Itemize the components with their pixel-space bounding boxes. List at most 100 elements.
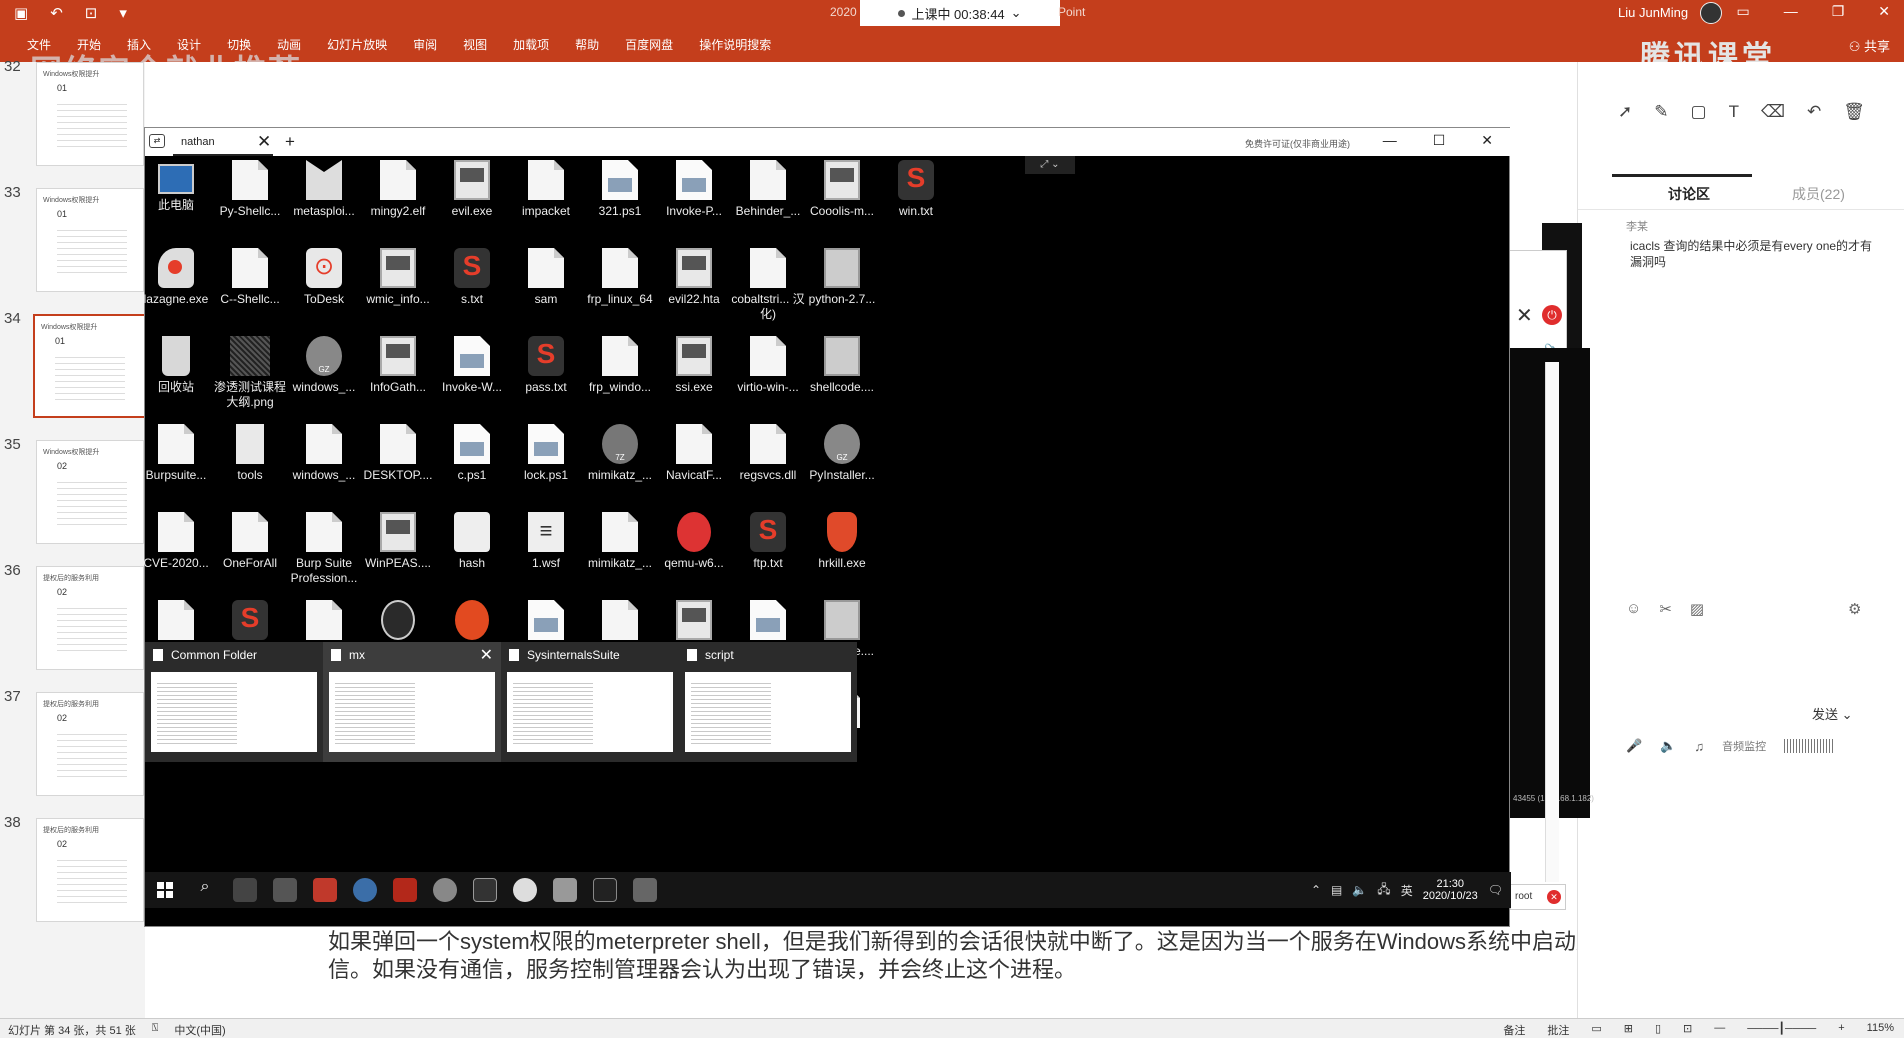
minimize-icon[interactable]: — [1784,3,1798,20]
customize-icon[interactable]: ▾ [119,4,127,22]
ribbon-tab[interactable]: 动画 [264,36,314,53]
ribbon-display-icon[interactable]: ▭ [1736,3,1749,20]
ribbon-tab[interactable]: 帮助 [562,36,612,53]
close-icon[interactable]: ✕ [1547,890,1561,904]
slide-thumbnail[interactable]: Windows权限提升 02 [36,440,144,544]
remote-desktop-icon[interactable] [513,878,537,902]
send-button[interactable]: 发送 ⌄ [1812,704,1853,723]
slide-thumbnail[interactable]: 提权后的服务利用 02 [36,566,144,670]
desktop-icon[interactable]: evil.exe [433,154,511,219]
desktop-icon[interactable]: c.ps1 [433,418,511,483]
notes-button[interactable]: 备注 [1503,1022,1525,1038]
ribbon-tab[interactable]: 操作说明搜索 [686,36,784,53]
image-icon[interactable]: ▨ [1690,600,1704,618]
zoom-level[interactable]: 115% [1867,1022,1894,1038]
maximize-icon[interactable]: ☐ [1433,132,1446,149]
shape-icon[interactable]: ▢ [1691,102,1707,122]
taskbar-preview[interactable]: SysinternalsSuite [501,642,679,762]
folder-icon[interactable] [553,878,577,902]
desktop-icon[interactable]: metasploi... [285,154,363,219]
background-dialog[interactable]: ✕ ⏻ 📎 [1509,250,1567,360]
desktop-icon[interactable]: InfoGath... [359,330,437,395]
close-icon[interactable]: ✕ [1878,3,1890,20]
edge-icon[interactable] [353,878,377,902]
desktop-icon[interactable]: PyInstaller... [803,418,881,483]
desktop-icon[interactable]: OneForAll [211,506,289,571]
close-icon[interactable]: ✕ [1516,303,1533,328]
desktop-icon[interactable]: shellcode.... [803,330,881,395]
desktop-icon[interactable]: win.txt [877,154,955,219]
desktop-icon[interactable]: windows_... [285,330,363,395]
network-icon[interactable]: 🖧 [1377,880,1390,901]
desktop-icon[interactable]: Invoke-W... [433,330,511,395]
desktop-icon[interactable]: Burpsuite... [137,418,215,483]
slide-thumbnail[interactable]: 提权后的服务利用 02 [36,818,144,922]
desktop-icon[interactable]: Cooolis-m... [803,154,881,219]
undo-icon[interactable]: ↶ [50,4,63,22]
desktop-icon[interactable]: s.txt [433,242,511,307]
taskbar-preview[interactable]: Common Folder [145,642,323,762]
slide-thumbnail[interactable]: Windows权限提升 01 [36,188,144,292]
restore-icon[interactable]: ❐ [1832,3,1845,20]
desktop-icon[interactable]: hrkill.exe [803,506,881,571]
reading-view-icon[interactable]: ▯ [1655,1022,1661,1038]
desktop-icon[interactable]: frp_linux_64 [581,242,659,307]
ribbon-tab[interactable]: 审阅 [400,36,450,53]
desktop-icon[interactable]: pass.txt [507,330,585,395]
close-icon[interactable]: ✕ [1481,132,1493,149]
ribbon-tab[interactable]: 开始 [64,36,114,53]
desktop-icon[interactable]: 渗透测试课程大纲.png [211,330,289,410]
desktop-icon[interactable]: C--Shellc... [211,242,289,307]
desktop-icon[interactable]: mingy2.elf [359,154,437,219]
save-icon[interactable]: ▣ [14,4,28,22]
desktop-icon[interactable]: impacket [507,154,585,219]
ribbon-tab[interactable]: 文件 [14,36,64,53]
scissors-icon[interactable]: ✂ [1659,600,1672,618]
recording-status[interactable]: 上课中 00:38:44 ⌄ [860,0,1060,26]
remote-tool-icon[interactable] [273,878,297,902]
pen-icon[interactable]: ✎ [1654,102,1668,122]
speaker-icon[interactable]: 🔈 [1660,738,1676,754]
desktop-icon[interactable]: NavicatF... [655,418,733,483]
close-tab-icon[interactable]: ✕ [257,132,271,152]
ribbon-tab[interactable]: 切换 [214,36,264,53]
ribbon-tab[interactable]: 插入 [114,36,164,53]
taskbar-preview[interactable]: script [679,642,857,762]
desktop-icon[interactable]: WinPEAS.... [359,506,437,571]
desktop-icon[interactable]: regsvcs.dll [729,418,807,483]
tab-discussion[interactable]: 讨论区 [1668,184,1710,204]
scrollbar[interactable] [1545,362,1559,882]
desktop-icon[interactable]: Burp Suite Profession... [285,506,363,586]
ribbon-tab[interactable]: 视图 [450,36,500,53]
desktop-icon[interactable]: frp_windo... [581,330,659,395]
terminal-icon[interactable] [473,878,497,902]
slide-thumbnail[interactable]: Windows权限提升 01 [36,62,144,166]
volume-icon[interactable]: 🔈 [1352,883,1367,897]
ribbon-tab[interactable]: 幻灯片放映 [314,36,400,53]
desktop-icon[interactable]: lazagne.exe [137,242,215,307]
desktop-icon[interactable]: sam [507,242,585,307]
text-icon[interactable]: T [1729,102,1739,122]
office-icon[interactable] [313,878,337,902]
microphone-icon[interactable]: 🎤 [1626,738,1642,754]
desktop-icon[interactable]: CVE-2020... [137,506,215,571]
taskbar-preview[interactable]: mx ✕ [323,642,501,762]
desktop-icon[interactable]: hash [433,506,511,571]
file-explorer-icon[interactable] [233,878,257,902]
chrome-icon[interactable] [433,878,457,902]
desktop-icon[interactable]: virtio-win-... [729,330,807,395]
slideshow-icon[interactable]: ⊡ [1683,1022,1692,1038]
desktop-icon[interactable]: windows_... [285,418,363,483]
desktop-icon[interactable]: qemu-w6... [655,506,733,571]
zoom-in-icon[interactable]: + [1838,1022,1844,1038]
desktop-icon[interactable]: Invoke-P... [655,154,733,219]
clock[interactable]: 21:30 2020/10/23 [1423,878,1478,902]
desktop-icon[interactable]: wmic_info... [359,242,437,307]
normal-view-icon[interactable]: ▭ [1591,1022,1601,1038]
new-tab-icon[interactable]: + [285,132,295,152]
desktop-icon[interactable]: python-2.7... [803,242,881,307]
desktop-icon[interactable]: 321.ps1 [581,154,659,219]
accessibility-icon[interactable]: ⍂ [152,1022,159,1038]
music-icon[interactable]: ♫ [1694,739,1704,754]
search-icon[interactable]: ⌕ [193,878,217,902]
